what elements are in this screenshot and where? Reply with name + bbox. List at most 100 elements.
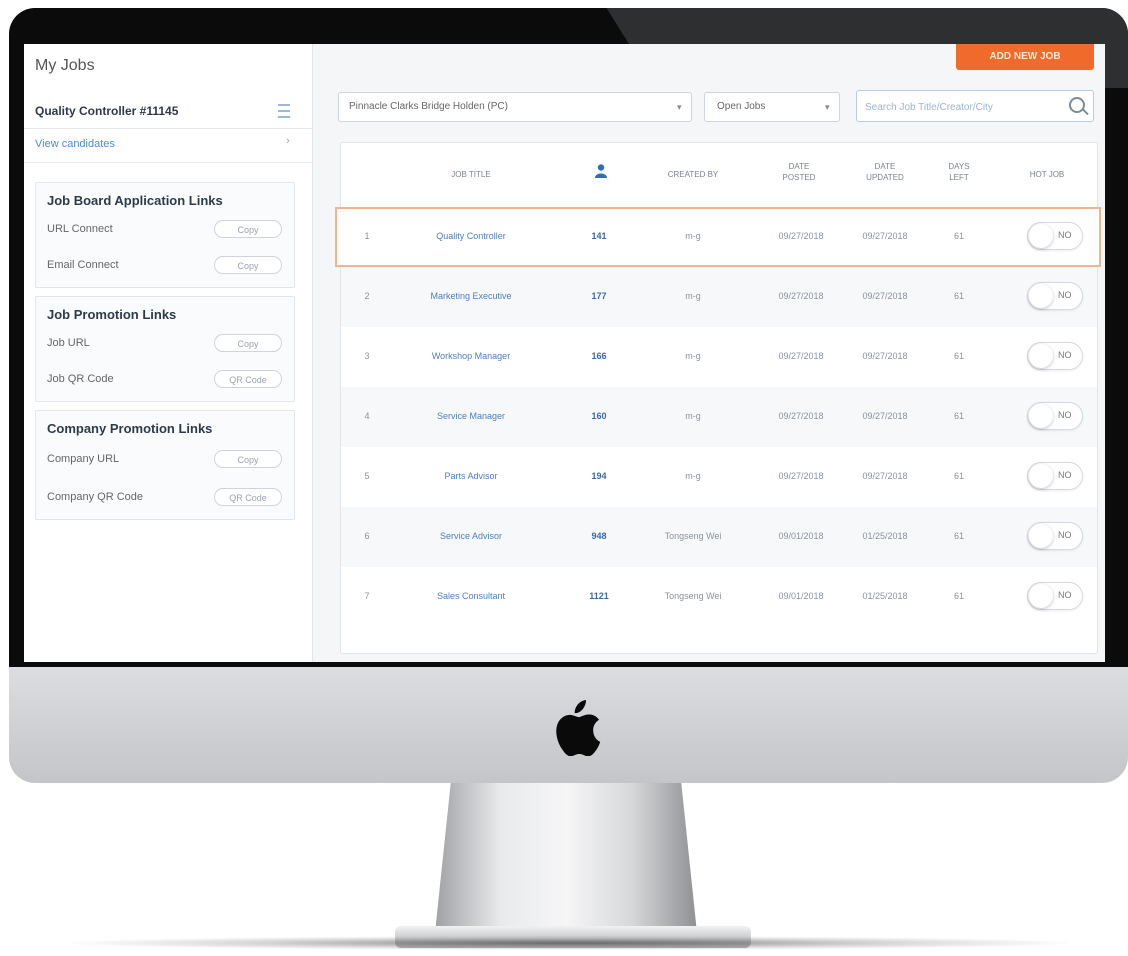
header-days-left-line1: DAYS [948,162,970,171]
date-posted: 09/27/2018 [778,471,824,481]
header-date-updated[interactable]: DATE UPDATED [853,161,917,183]
header-hot-job[interactable]: HOT JOB [1009,169,1085,180]
hot-job-toggle[interactable]: NO [1027,522,1083,550]
days-left: 61 [953,291,964,301]
days-left: 61 [953,411,964,421]
date-updated: 09/27/2018 [862,291,908,301]
date-posted: 09/01/2018 [778,591,824,601]
applicants-count[interactable]: 1121 [585,591,613,601]
table-row[interactable]: 7 Sales Consultant 1121 Tongseng Wei 09/… [341,567,1097,627]
date-updated: 09/27/2018 [862,411,908,421]
job-title-link[interactable]: Service Advisor [411,531,531,541]
table-header: JOB TITLE CREATED BY DATE POSTED DATE UP… [341,143,1097,208]
header-date-posted-line1: DATE [788,162,810,171]
add-new-job-button[interactable]: ADD NEW JOB [956,44,1094,70]
row-number: 4 [364,411,370,421]
chevron-down-icon: ▾ [825,102,830,112]
url-connect-label: URL Connect [47,223,113,235]
row-number: 2 [364,291,370,301]
header-days-left-line2: LEFT [949,173,969,182]
applicants-count[interactable]: 177 [585,291,613,301]
page-title: My Jobs [35,57,95,74]
date-updated: 09/27/2018 [862,231,908,241]
sidebar: My Jobs Quality Controller #11145 View c… [24,44,313,662]
dealer-select-value: Pinnacle Clarks Bridge Holden (PC) [349,101,508,112]
table-row[interactable]: 1 Quality Controller 141 m-g 09/27/2018 … [335,207,1101,267]
company-qr-code-button[interactable]: QR Code [214,488,282,506]
table-row[interactable]: 2 Marketing Executive 177 m-g 09/27/2018… [341,267,1097,327]
job-title-link[interactable]: Marketing Executive [411,291,531,301]
toggle-knob [1029,284,1053,308]
date-posted: 09/27/2018 [778,291,824,301]
job-title-link[interactable]: Quality Controller [411,231,531,241]
job-title-link[interactable]: Service Manager [411,411,531,421]
job-status-select[interactable]: Open Jobs ▾ [704,92,840,122]
header-job-title[interactable]: JOB TITLE [411,169,531,180]
toggle-knob [1029,404,1053,428]
row-number: 5 [364,471,370,481]
header-date-posted[interactable]: DATE POSTED [769,161,829,183]
search-icon[interactable] [1069,97,1085,113]
job-qr-code-label: Job QR Code [47,373,114,385]
divider [24,162,312,163]
applicants-count[interactable]: 166 [585,351,613,361]
hot-job-toggle[interactable]: NO [1027,222,1083,250]
created-by: m-g [685,291,701,301]
applicants-count[interactable]: 948 [585,531,613,541]
copy-url-connect-button[interactable]: Copy [214,220,282,238]
table-row[interactable]: 4 Service Manager 160 m-g 09/27/2018 09/… [341,387,1097,447]
applicants-count[interactable]: 194 [585,471,613,481]
job-title-link[interactable]: Parts Advisor [411,471,531,481]
days-left: 61 [953,471,964,481]
header-date-updated-line1: DATE [874,162,896,171]
hot-job-toggle[interactable]: NO [1027,342,1083,370]
table-row[interactable]: 5 Parts Advisor 194 m-g 09/27/2018 09/27… [341,447,1097,507]
toggle-label: NO [1058,350,1072,360]
days-left: 61 [953,231,964,241]
header-date-posted-line2: POSTED [782,173,816,182]
search-box [856,90,1094,122]
header-created-by[interactable]: CREATED BY [653,169,733,180]
job-qr-code-button[interactable]: QR Code [214,370,282,388]
toggle-label: NO [1058,230,1072,240]
person-icon [595,164,607,178]
job-status-select-value: Open Jobs [717,101,766,112]
header-date-updated-line2: UPDATED [866,173,904,182]
list-icon[interactable] [278,104,290,118]
date-posted: 09/27/2018 [778,411,824,421]
panel-title: Job Promotion Links [47,307,177,322]
divider [24,128,312,129]
toggle-knob [1029,524,1053,548]
panel-title: Company Promotion Links [47,421,213,436]
date-posted: 09/27/2018 [778,351,824,361]
table-row[interactable]: 6 Service Advisor 948 Tongseng Wei 09/01… [341,507,1097,567]
copy-company-url-button[interactable]: Copy [214,450,282,468]
toggle-knob [1029,344,1053,368]
job-url-label: Job URL [47,337,90,349]
copy-email-connect-button[interactable]: Copy [214,256,282,274]
jobs-table: JOB TITLE CREATED BY DATE POSTED DATE UP… [335,142,1101,654]
hot-job-toggle[interactable]: NO [1027,582,1083,610]
toggle-label: NO [1058,410,1072,420]
created-by: m-g [685,231,701,241]
job-board-links-panel: Job Board Application Links URL Connect … [35,182,295,288]
days-left: 61 [953,351,964,361]
company-qr-code-label: Company QR Code [47,491,143,503]
hot-job-toggle[interactable]: NO [1027,462,1083,490]
dealer-select[interactable]: Pinnacle Clarks Bridge Holden (PC) ▾ [338,92,692,122]
header-days-left[interactable]: DAYS LEFT [941,161,977,183]
copy-job-url-button[interactable]: Copy [214,334,282,352]
company-url-label: Company URL [47,453,120,465]
view-candidates-link[interactable]: View candidates [35,138,115,150]
toggle-label: NO [1058,470,1072,480]
row-number: 6 [364,531,370,541]
applicants-count[interactable]: 160 [585,411,613,421]
hot-job-toggle[interactable]: NO [1027,402,1083,430]
chevron-right-icon[interactable]: › [286,135,290,147]
job-title-link[interactable]: Workshop Manager [411,351,531,361]
job-title-link[interactable]: Sales Consultant [411,591,531,601]
table-row[interactable]: 3 Workshop Manager 166 m-g 09/27/2018 09… [341,327,1097,387]
search-input[interactable] [863,97,1057,117]
hot-job-toggle[interactable]: NO [1027,282,1083,310]
applicants-count[interactable]: 141 [585,231,613,241]
